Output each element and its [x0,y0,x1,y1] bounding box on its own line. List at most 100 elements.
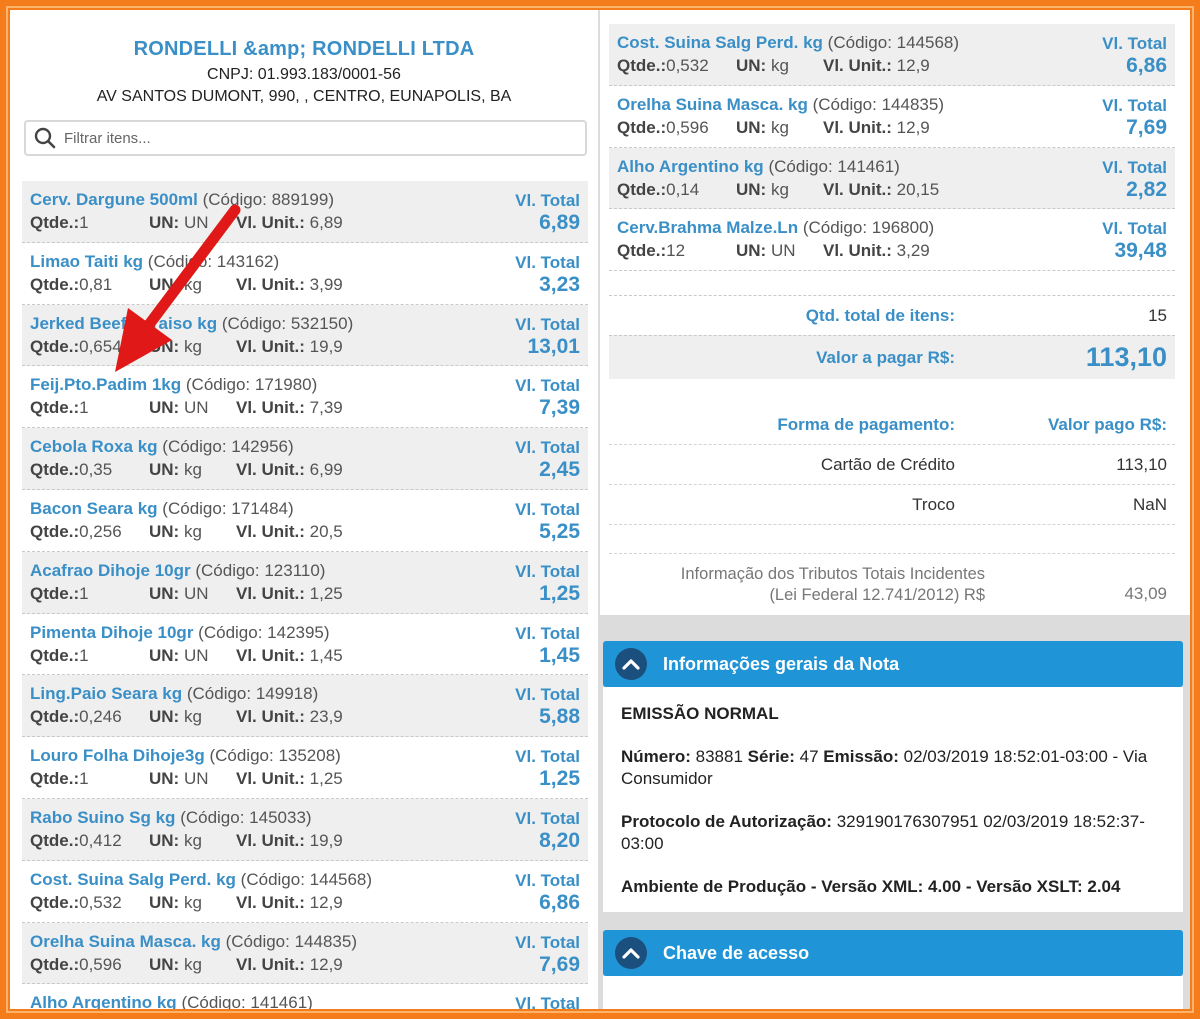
item-unit-price: 12,9 [896,117,930,137]
list-item[interactable]: Acafrao Dihoje 10gr (Código: 123110) Qtde… [22,551,588,614]
item-title-row: Pimenta Dihoje 10gr (Código: 142395) [30,623,580,643]
item-code: 144568 [896,33,954,52]
item-total: 6,89 [539,211,580,234]
item-total: 6,86 [539,890,580,914]
item-un: kg [770,56,789,75]
list-item[interactable]: Cerv. Dargune 500ml (Código: 889199) Qtde… [22,181,588,243]
list-item[interactable]: Orelha Suina Masca. kg (Código: 144835) Q… [609,86,1175,148]
total-label: Vl. Total [515,994,580,1009]
item-total: 39,48 [1114,239,1167,263]
invoice-details: Número: 83881 Série: 47 Emissão: 02/03/2… [621,746,1165,790]
unit-price-label: Vl. Unit.: [236,645,310,665]
un-label: UN: [149,460,184,480]
item-name: Pimenta Dihoje 10gr [30,622,194,642]
total-label: Vl. Total [515,252,580,272]
list-item[interactable]: Cebola Roxa kg (Código: 142956) Qtde.:0,3… [22,428,588,490]
filter-box[interactable] [24,120,587,156]
protocol-details: Protocolo de Autorização: 32919017630795… [621,811,1165,855]
item-name: Ling.Paio Seara kg [30,684,183,704]
key-panel-header[interactable]: Chave de acesso [603,930,1183,976]
list-item[interactable]: Orelha Suina Masca. kg (Código: 144835) Q… [22,922,588,985]
unit-price-label: Vl. Unit.: [236,460,310,480]
item-detail-row: Qtde.:0,412 UN: kg Vl. Unit.: 19,9 [30,831,580,851]
store-header: RONDELLI &amp; RONDELLI LTDA CNPJ: 01.99… [10,10,598,106]
filter-input[interactable] [64,129,544,147]
store-name: RONDELLI &amp; RONDELLI LTDA [133,38,475,60]
list-item[interactable]: Ling.Paio Seara kg (Código: 149918) Qtde.… [22,675,588,738]
receipt-screen: RONDELLI &amp; RONDELLI LTDA CNPJ: 01.99… [10,10,1190,1009]
item-qty: 0,532 [79,892,122,912]
item-qty: 12 [666,241,686,261]
key-panel-title: Chave de acesso [663,942,810,963]
item-total: 2,45 [539,458,580,482]
item-code-prefix: (Código: [209,746,279,766]
item-code-suffix: ) [307,993,313,1009]
un-label: UN: [149,954,184,974]
totals-section: Qtd. total de itens: 15 Valor a pagar R$… [609,295,1175,379]
item-code: 141461 [837,156,895,176]
item-title-row: Rabo Suino Sg kg (Código: 145033) [30,808,580,828]
item-code-suffix: ) [305,807,312,827]
list-item[interactable]: Cost. Suina Salg Perd. kg (Código: 14456… [609,24,1175,86]
item-unit-price: 7,39 [309,398,343,418]
un-label: UN: [149,521,184,541]
item-total: 13,01 [527,334,580,358]
un-label: UN: [149,830,184,850]
list-item[interactable]: Bacon Seara kg (Código: 171484) Qtde.:0,2… [22,490,588,552]
list-item[interactable]: Pimenta Dihoje 10gr (Código: 142395) Qtde… [22,614,588,676]
un-label: UN: [736,241,771,261]
chevron-up-icon[interactable] [615,937,647,969]
info-panel-title: Informações gerais da Nota [663,653,900,674]
item-unit-price: 20,5 [309,521,343,541]
item-code-suffix: ) [323,622,330,642]
list-item[interactable]: Cerv.Brahma Malze.Ln (Código: 196800) Qtd… [609,209,1175,272]
un-label: UN: [149,583,184,603]
list-item[interactable]: Alho Argentino kg (Código: 141461)Qtde.:… [22,984,588,1009]
qty-label: Qtde.: [30,213,80,232]
payment-method-value: 113,10 [1116,454,1167,474]
item-detail-row: Qtde.:0,532 UN: kg Vl. Unit.: 12,9 [30,893,580,913]
item-detail-row: Qtde.:0,14 UN: kg Vl. Unit.: 20,15 [617,180,1167,200]
list-item[interactable]: Alho Argentino kg (Código: 141461)Qtde.:… [609,147,1175,210]
list-item[interactable]: Feij.Pto.Padim 1kg (Código: 171980) Qtde.… [22,366,588,429]
item-unit-price: 12,9 [309,892,343,912]
un-label: UN: [736,117,771,137]
item-un: kg [183,460,202,480]
item-code: 889199 [271,190,329,209]
list-item[interactable]: Cost. Suina Salg Perd. kg (Código: 14456… [22,861,588,923]
item-code-prefix: (Código: [162,498,232,518]
info-panel-header[interactable]: Informações gerais da Nota [603,641,1183,687]
unit-price-label: Vl. Unit.: [823,241,897,261]
item-code: 144835 [881,94,939,114]
unit-price-label: Vl. Unit.: [823,56,897,75]
items-list: Cerv. Dargune 500ml (Código: 889199) Qtde… [22,181,588,1009]
total-label: Vl. Total [515,747,580,767]
total-label: Vl. Total [515,685,580,705]
un-label: UN: [149,645,184,665]
item-name: Cost. Suina Salg Perd. kg [30,869,236,889]
qty-label: Qtde.: [30,830,80,850]
item-code-prefix: (Código: [240,869,310,889]
item-code: 532150 [290,313,348,333]
total-items-row: Qtd. total de itens: 15 [609,295,1175,335]
item-code: 144568 [309,869,367,889]
item-total: 2,82 [1126,177,1167,201]
chevron-up-icon[interactable] [615,648,647,680]
item-code-prefix: (Código: [225,931,295,951]
item-detail-row: Qtde.:0,35 UN: kg Vl. Unit.: 6,99 [30,460,580,480]
item-code: 171484 [231,498,289,518]
item-title-row: Ling.Paio Seara kg (Código: 149918) [30,684,580,704]
item-un: kg [183,830,202,850]
list-item[interactable]: Rabo Suino Sg kg (Código: 145033) Qtde.:0… [22,798,588,861]
item-un: UN [183,769,209,789]
list-item[interactable]: Jerked Beef Paraiso kg (Código: 532150) Q… [22,304,588,367]
serie-value: 47 [799,747,819,766]
list-item[interactable]: Limao Taiti kg (Código: 143162) Qtde.:0,8… [22,243,588,305]
qty-label: Qtde.: [30,460,80,480]
list-item[interactable]: Louro Folha Dihoje3g (Código: 135208) Qtd… [22,737,588,799]
taxes-label: Informação dos Tributos Totais Incidente… [609,564,985,606]
qty-label: Qtde.: [30,521,80,541]
item-unit-price: 20,15 [896,179,940,199]
total-label: Vl. Total [515,932,580,952]
un-label: UN: [149,769,184,789]
